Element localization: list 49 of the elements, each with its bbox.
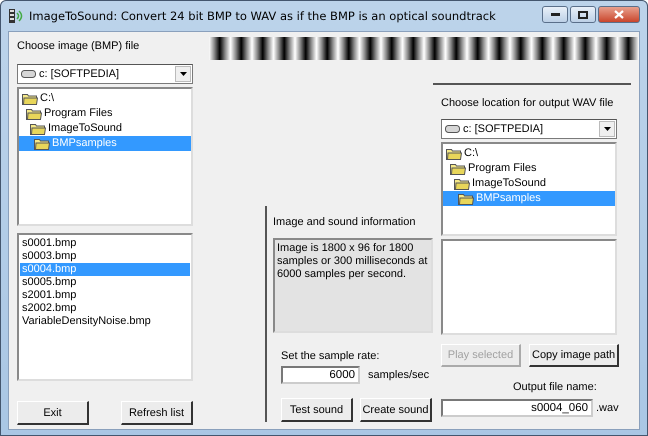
- folder-icon: [30, 122, 46, 135]
- folder-item[interactable]: Program Files: [19, 106, 191, 121]
- sample-rate-field[interactable]: 6000: [281, 366, 360, 384]
- action-button[interactable]: Copy image path: [529, 344, 619, 367]
- close-icon: [614, 10, 624, 19]
- section-label: Choose location for output WAV file: [441, 96, 614, 110]
- unit-label: samples/sec: [368, 369, 430, 381]
- drive-icon: [445, 125, 460, 133]
- action-button[interactable]: Test sound: [281, 398, 353, 422]
- folder-icon: [446, 147, 462, 160]
- minimize-button[interactable]: [542, 6, 568, 23]
- app-icon: [8, 8, 24, 24]
- action-button[interactable]: Refresh list: [121, 401, 193, 425]
- drive-icon: [21, 70, 36, 78]
- section-label: Image and sound information: [273, 215, 416, 229]
- extension-label: .wav: [596, 402, 619, 414]
- folder-item[interactable]: Program Files: [443, 161, 615, 176]
- folder-icon: [34, 137, 50, 150]
- maximize-icon: [578, 10, 588, 18]
- folder-icon: [22, 92, 38, 105]
- output-name-field[interactable]: s0004_060: [441, 399, 593, 417]
- folder-icon: [454, 177, 470, 190]
- folder-item[interactable]: ImageToSound: [19, 121, 191, 136]
- section-label: Choose image (BMP) file: [17, 39, 140, 53]
- field-label: Set the sample rate:: [281, 349, 380, 363]
- file-item[interactable]: s2001.bmp: [20, 289, 190, 302]
- window-title: ImageToSound: Convert 24 bit BMP to WAV as if the BMP is an optical soundtrack: [29, 9, 497, 23]
- maximize-button[interactable]: [570, 6, 596, 23]
- caret-icon: [180, 72, 186, 76]
- info-text: Image is 1800 x 96 for 1800 samples or 300 milliseconds at 6000 samples per second.: [273, 238, 433, 333]
- minimize-icon: [550, 13, 560, 16]
- drive-dropdown[interactable]: c: [SOFTPEDIA]: [441, 119, 617, 139]
- folder-item[interactable]: ImageToSound: [443, 176, 615, 191]
- folder-item[interactable]: C:\: [19, 91, 191, 106]
- file-item[interactable]: s0001.bmp: [20, 237, 190, 250]
- folder-icon: [26, 107, 42, 120]
- folder-icon: [450, 162, 466, 175]
- caret-icon: [604, 127, 610, 131]
- action-button[interactable]: Exit: [17, 401, 89, 425]
- close-button[interactable]: [598, 6, 640, 23]
- file-item[interactable]: s2002.bmp: [20, 302, 190, 315]
- field-label: Output file name:: [513, 380, 598, 394]
- file-item[interactable]: s0005.bmp: [20, 276, 190, 289]
- file-item[interactable]: VariableDensityNoise.bmp: [20, 315, 190, 328]
- folder-item[interactable]: C:\: [443, 146, 615, 161]
- file-item[interactable]: s0003.bmp: [20, 250, 190, 263]
- folder-icon: [458, 192, 474, 205]
- action-button[interactable]: Create sound: [360, 398, 432, 422]
- drive-dropdown[interactable]: c: [SOFTPEDIA]: [17, 64, 193, 84]
